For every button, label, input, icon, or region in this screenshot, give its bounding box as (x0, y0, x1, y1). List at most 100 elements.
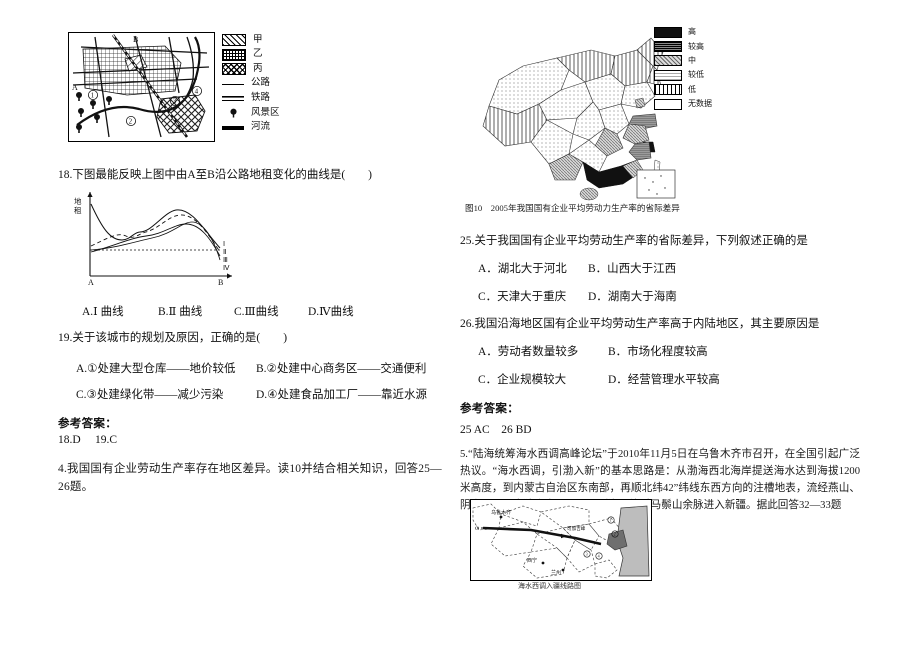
option-a[interactable]: A．湖北大于河北 (478, 260, 588, 276)
city-land-use-map: A B 1 2 3 4 (68, 32, 215, 142)
option-b[interactable]: B.②处建中心商务区——交通便利 (256, 360, 426, 376)
hatch-diagonal-icon (222, 34, 246, 47)
question-19-options-row-2: C.③处建绿化带——减少污染 D.④处建食品加工厂——靠近水源 (76, 386, 458, 402)
legend-label: 较高 (688, 41, 704, 51)
legend-item-low: 低 (654, 83, 754, 97)
question-26-options-row-2: C．企业规模较大 D．经营管理水平较高 (478, 371, 860, 387)
legend-item-medium: 中 (654, 54, 754, 68)
legend-label: 乙 (253, 49, 263, 60)
rent-chart-svg: 地 租 Ⅰ Ⅱ Ⅲ Ⅳ A B (74, 192, 232, 287)
cross-hatch-icon (222, 63, 246, 76)
svg-text:租: 租 (74, 206, 82, 215)
question-26-options-row-1: A．劳动者数量较多 B．市场化程度较高 (478, 343, 860, 359)
legend-item-river: 河流 (222, 121, 342, 136)
legend-item-fairly-high: 较高 (654, 39, 754, 53)
west-route-map-caption: 海水西调入疆线路图 (518, 582, 581, 590)
svg-text:Ⅰ: Ⅰ (223, 240, 225, 248)
legend-item-jia: 甲 (222, 33, 342, 48)
question-25-options-row-2: C．天津大于重庆 D．湖南大于海南 (478, 288, 860, 304)
blank-swatch-icon (654, 98, 682, 110)
dense-gray-swatch-icon (654, 41, 682, 53)
light-dot-swatch-icon (654, 69, 682, 81)
svg-text:1: 1 (91, 92, 95, 100)
option-d[interactable]: D．经营管理水平较高 (608, 371, 720, 387)
road-line-icon (222, 83, 244, 85)
grid-fill-icon (222, 48, 246, 61)
svg-text:A: A (72, 83, 78, 92)
question-18-stem: 18.下图最能反映上图中由A至B沿公路地租变化的曲线是( ) (58, 169, 373, 181)
option-a[interactable]: A.①处建大型仓库——地价较低 (76, 360, 256, 376)
option-c[interactable]: C.Ⅲ曲线 (234, 303, 308, 319)
svg-text:Ⅱ: Ⅱ (223, 248, 226, 256)
city-map-legend: 甲 乙 丙 公路 铁路 风景区 河流 (222, 33, 342, 135)
legend-label: 中 (688, 55, 696, 65)
legend-label: 公路 (251, 78, 271, 89)
west-route-svg: 乌鲁木齐 西宁 兰州 C 可加吉峰 1 2 3 4 (472, 503, 650, 579)
land-rent-curve-chart: 地 租 Ⅰ Ⅱ Ⅲ Ⅳ A B (68, 188, 243, 288)
option-c[interactable]: C.③处建绿化带——减少污染 (76, 386, 256, 402)
legend-label: 风景区 (251, 107, 280, 118)
svg-text:1: 1 (610, 518, 612, 523)
legend-item-scenic: 风景区 (222, 106, 342, 121)
legend-label: 丙 (253, 63, 263, 74)
question-19-options-row-1: A.①处建大型仓库——地价较低 B.②处建中心商务区——交通便利 (76, 360, 458, 376)
option-a[interactable]: A.Ⅰ 曲线 (82, 303, 158, 319)
svg-text:兰州: 兰州 (551, 569, 561, 576)
china-map-legend: 高 较高 中 较低 低 无数据 (654, 25, 754, 111)
svg-text:Ⅲ: Ⅲ (223, 256, 228, 264)
svg-text:B: B (218, 278, 223, 287)
svg-text:2: 2 (614, 532, 616, 537)
scanned-page: A B 1 2 3 4 甲 乙 丙 公路 铁路 风景区 河流 18.下图最能反映… (0, 0, 920, 651)
river-line-icon (222, 125, 244, 130)
option-a[interactable]: A．劳动者数量较多 (478, 343, 608, 359)
svg-text:2: 2 (129, 118, 133, 126)
legend-item-high: 高 (654, 25, 754, 39)
right-column: 高 较高 中 较低 低 无数据 图10 2005年我国国有企业平均劳动力生产率的… (460, 0, 860, 651)
legend-item-yi: 乙 (222, 48, 342, 63)
railway-line-icon (222, 96, 244, 102)
svg-text:可加吉峰: 可加吉峰 (567, 525, 586, 532)
legend-item-bing: 丙 (222, 62, 342, 77)
option-b[interactable]: B．山西大于江西 (588, 260, 676, 276)
reference-answer-body: 18.D 19.C (58, 434, 118, 446)
vertical-line-swatch-icon (654, 84, 682, 96)
legend-label: 甲 (253, 34, 263, 45)
reference-answer-heading: 参考答案： (58, 418, 117, 430)
legend-item-no-data: 无数据 (654, 97, 754, 111)
legend-label: 河流 (251, 122, 271, 133)
legend-item-railway: 铁路 (222, 91, 342, 106)
svg-text:Ⅳ: Ⅳ (223, 264, 230, 272)
question-25-options-row-1: A．湖北大于河北 B．山西大于江西 (478, 260, 860, 276)
svg-text:A: A (88, 278, 94, 287)
svg-text:3: 3 (173, 98, 177, 106)
svg-text:地: 地 (74, 196, 82, 206)
china-map-caption: 图10 2005年我国国有企业平均劳动力生产率的省际差异 (465, 203, 680, 213)
option-d[interactable]: D．湖南大于海南 (588, 288, 677, 304)
svg-text:3: 3 (586, 552, 588, 557)
question-26-stem: 26.我国沿海地区国有企业平均劳动生产率高于内陆地区，其主要原因是 (460, 318, 820, 330)
next-item-intro: 4.我国国有企业劳动生产率存在地区差异。读10并结合相关知识，回答25—26题。 (58, 463, 442, 493)
option-b[interactable]: B．市场化程度较高 (608, 343, 708, 359)
city-map-svg: A B 1 2 3 4 (72, 34, 210, 138)
question-19-stem: 19.关于该城市的规划及原因，正确的是( ) (58, 332, 288, 344)
seawater-west-diversion-map: 乌鲁木齐 西宁 兰州 C 可加吉峰 1 2 3 4 (470, 499, 652, 581)
option-b[interactable]: B.Ⅱ 曲线 (158, 303, 234, 319)
tree-marker-icon (222, 108, 244, 119)
legend-item-fairly-low: 较低 (654, 68, 754, 82)
option-d[interactable]: D.④处建食品加工厂——靠近水源 (256, 386, 427, 402)
legend-item-road: 公路 (222, 77, 342, 92)
option-c[interactable]: C．天津大于重庆 (478, 288, 588, 304)
svg-text:C: C (475, 526, 479, 532)
reference-answer-body: 25 AC 26 BD (460, 424, 532, 436)
legend-label: 高 (688, 27, 696, 37)
question-18-options: A.Ⅰ 曲线 B.Ⅱ 曲线 C.Ⅲ曲线 D.Ⅳ曲线 (82, 303, 458, 319)
question-25-stem: 25.关于我国国有企业平均劳动生产率的省际差异，下列叙述正确的是 (460, 235, 808, 247)
legend-label: 铁路 (251, 92, 271, 103)
svg-text:B: B (133, 35, 138, 44)
option-d[interactable]: D.Ⅳ曲线 (308, 303, 354, 319)
legend-label: 较低 (688, 70, 704, 80)
legend-label: 无数据 (688, 99, 712, 109)
solid-black-swatch-icon (654, 26, 682, 38)
svg-text:4: 4 (598, 554, 600, 559)
option-c[interactable]: C．企业规模较大 (478, 371, 608, 387)
